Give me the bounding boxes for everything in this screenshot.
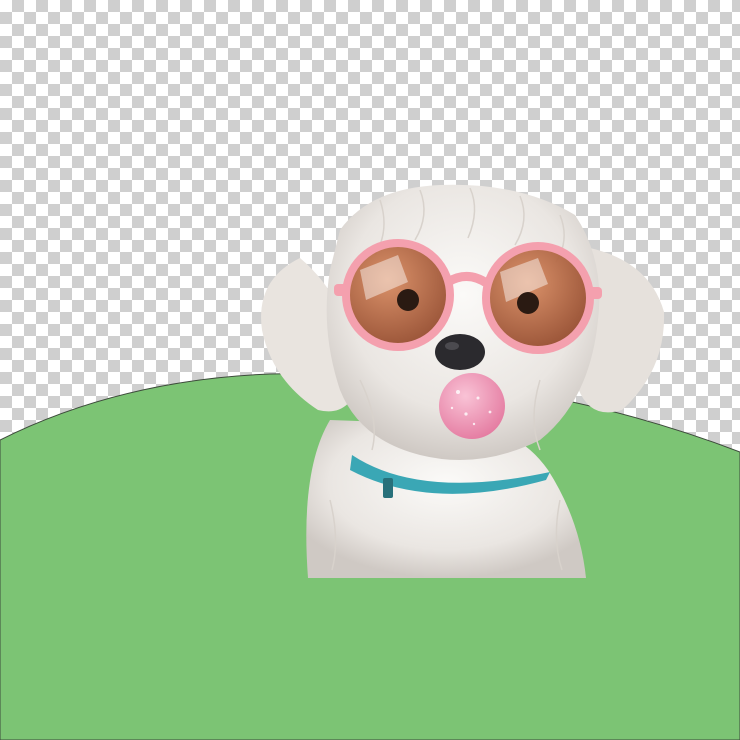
right-eye — [517, 292, 539, 314]
scene — [0, 184, 740, 740]
left-eye — [397, 289, 419, 311]
collar-buckle — [383, 478, 393, 498]
bubblegum-bubble — [439, 373, 505, 439]
dog-nose — [435, 334, 485, 370]
image-canvas — [0, 0, 740, 740]
